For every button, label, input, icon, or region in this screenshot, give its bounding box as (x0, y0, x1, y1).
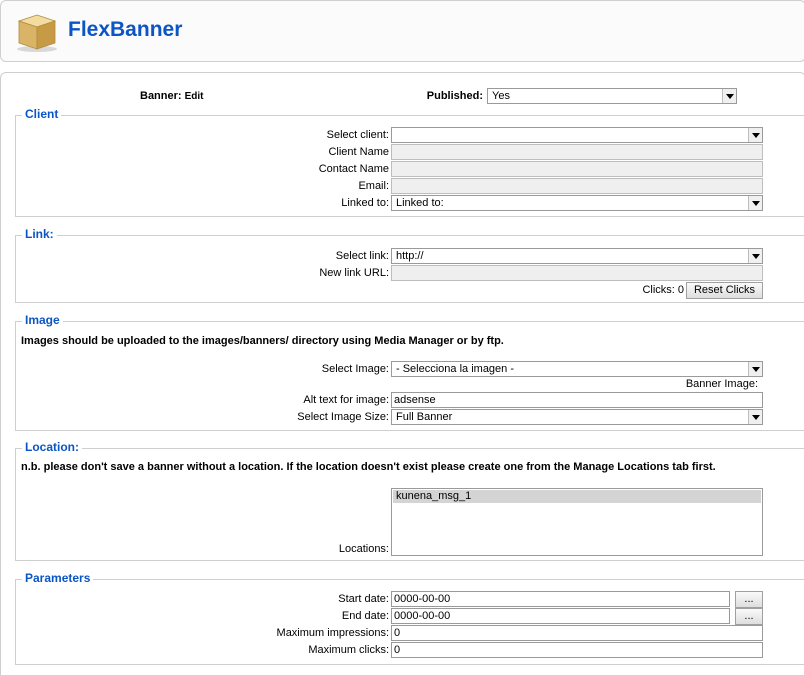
select-image-value: - Selecciona la imagen - (396, 363, 515, 375)
page-header: FlexBanner (0, 0, 804, 62)
chevron-down-icon (748, 196, 762, 210)
select-client-label: Select client: (326, 129, 389, 141)
linked-to-label: Linked to: (341, 197, 389, 209)
contact-name-label: Contact Name (318, 163, 389, 175)
end-date-label: End date: (341, 610, 389, 622)
published-select[interactable]: Yes (487, 88, 737, 104)
clicks-count: Clicks: 0 (642, 284, 684, 296)
location-note: n.b. please don't save a banner without … (21, 461, 716, 473)
contact-name-field[interactable] (391, 161, 763, 177)
linked-to-select[interactable]: Linked to: (391, 195, 763, 211)
location-option[interactable]: kunena_msg_1 (393, 490, 761, 503)
alt-text-label: Alt text for image: (303, 394, 389, 406)
max-clicks-field[interactable]: 0 (391, 642, 763, 658)
start-date-picker-button[interactable]: ... (735, 591, 763, 608)
image-size-label: Select Image Size: (297, 411, 389, 423)
linked-to-value: Linked to: (396, 197, 444, 209)
image-upload-note: Images should be uploaded to the images/… (21, 335, 504, 347)
alt-text-field[interactable]: adsense (391, 392, 763, 408)
client-legend: Client (22, 107, 62, 121)
new-link-url-field[interactable] (391, 265, 763, 281)
location-legend: Location: (22, 440, 82, 454)
published-label: Published: (426, 90, 483, 102)
reset-clicks-button[interactable]: Reset Clicks (686, 282, 763, 299)
parameters-legend: Parameters (22, 571, 94, 585)
chevron-down-icon (748, 362, 762, 376)
link-fieldset: Link: Select link: http:// New link URL:… (15, 227, 804, 303)
max-impressions-field[interactable]: 0 (391, 625, 763, 641)
image-size-select[interactable]: Full Banner (391, 409, 763, 425)
select-image-label: Select Image: (321, 363, 389, 375)
locations-listbox[interactable]: kunena_msg_1 (391, 488, 763, 556)
select-image-dropdown[interactable]: - Selecciona la imagen - (391, 361, 763, 377)
chevron-down-icon (748, 249, 762, 263)
email-label: Email: (358, 180, 389, 192)
chevron-down-icon (748, 410, 762, 424)
published-value: Yes (492, 90, 510, 102)
banner-mode: Edit (184, 91, 204, 102)
location-fieldset: Location: n.b. please don't save a banne… (15, 440, 804, 561)
select-link-label: Select link: (335, 250, 389, 262)
end-date-field[interactable]: 0000-00-00 (391, 608, 730, 624)
chevron-down-icon (748, 128, 762, 142)
main-content: Banner: Edit Published: Yes Client Selec… (0, 72, 804, 675)
select-client-dropdown[interactable] (391, 127, 763, 143)
client-fieldset: Client Select client: Client Name Contac… (15, 107, 804, 217)
banner-image-label: Banner Image: (685, 378, 758, 390)
select-link-dropdown[interactable]: http:// (391, 248, 763, 264)
image-size-value: Full Banner (396, 411, 453, 423)
banner-mode-label: Banner: Edit (140, 90, 204, 102)
image-fieldset: Image Images should be uploaded to the i… (15, 313, 804, 431)
client-name-label: Client Name (328, 146, 389, 158)
select-link-value: http:// (396, 250, 424, 262)
parameters-fieldset: Parameters Start date: 0000-00-00 ... En… (15, 571, 804, 665)
image-legend: Image (22, 313, 63, 327)
max-clicks-label: Maximum clicks: (308, 644, 389, 656)
client-name-field[interactable] (391, 144, 763, 160)
box-icon (15, 9, 59, 53)
start-date-field[interactable]: 0000-00-00 (391, 591, 730, 607)
chevron-down-icon (722, 89, 736, 103)
max-impressions-label: Maximum impressions: (276, 627, 389, 639)
app-title: FlexBanner (68, 18, 183, 41)
new-link-url-label: New link URL: (319, 267, 389, 279)
link-legend: Link: (22, 227, 57, 241)
end-date-picker-button[interactable]: ... (735, 608, 763, 625)
email-field[interactable] (391, 178, 763, 194)
locations-label: Locations: (338, 543, 389, 555)
start-date-label: Start date: (338, 593, 389, 605)
banner-label: Banner: (140, 90, 182, 102)
